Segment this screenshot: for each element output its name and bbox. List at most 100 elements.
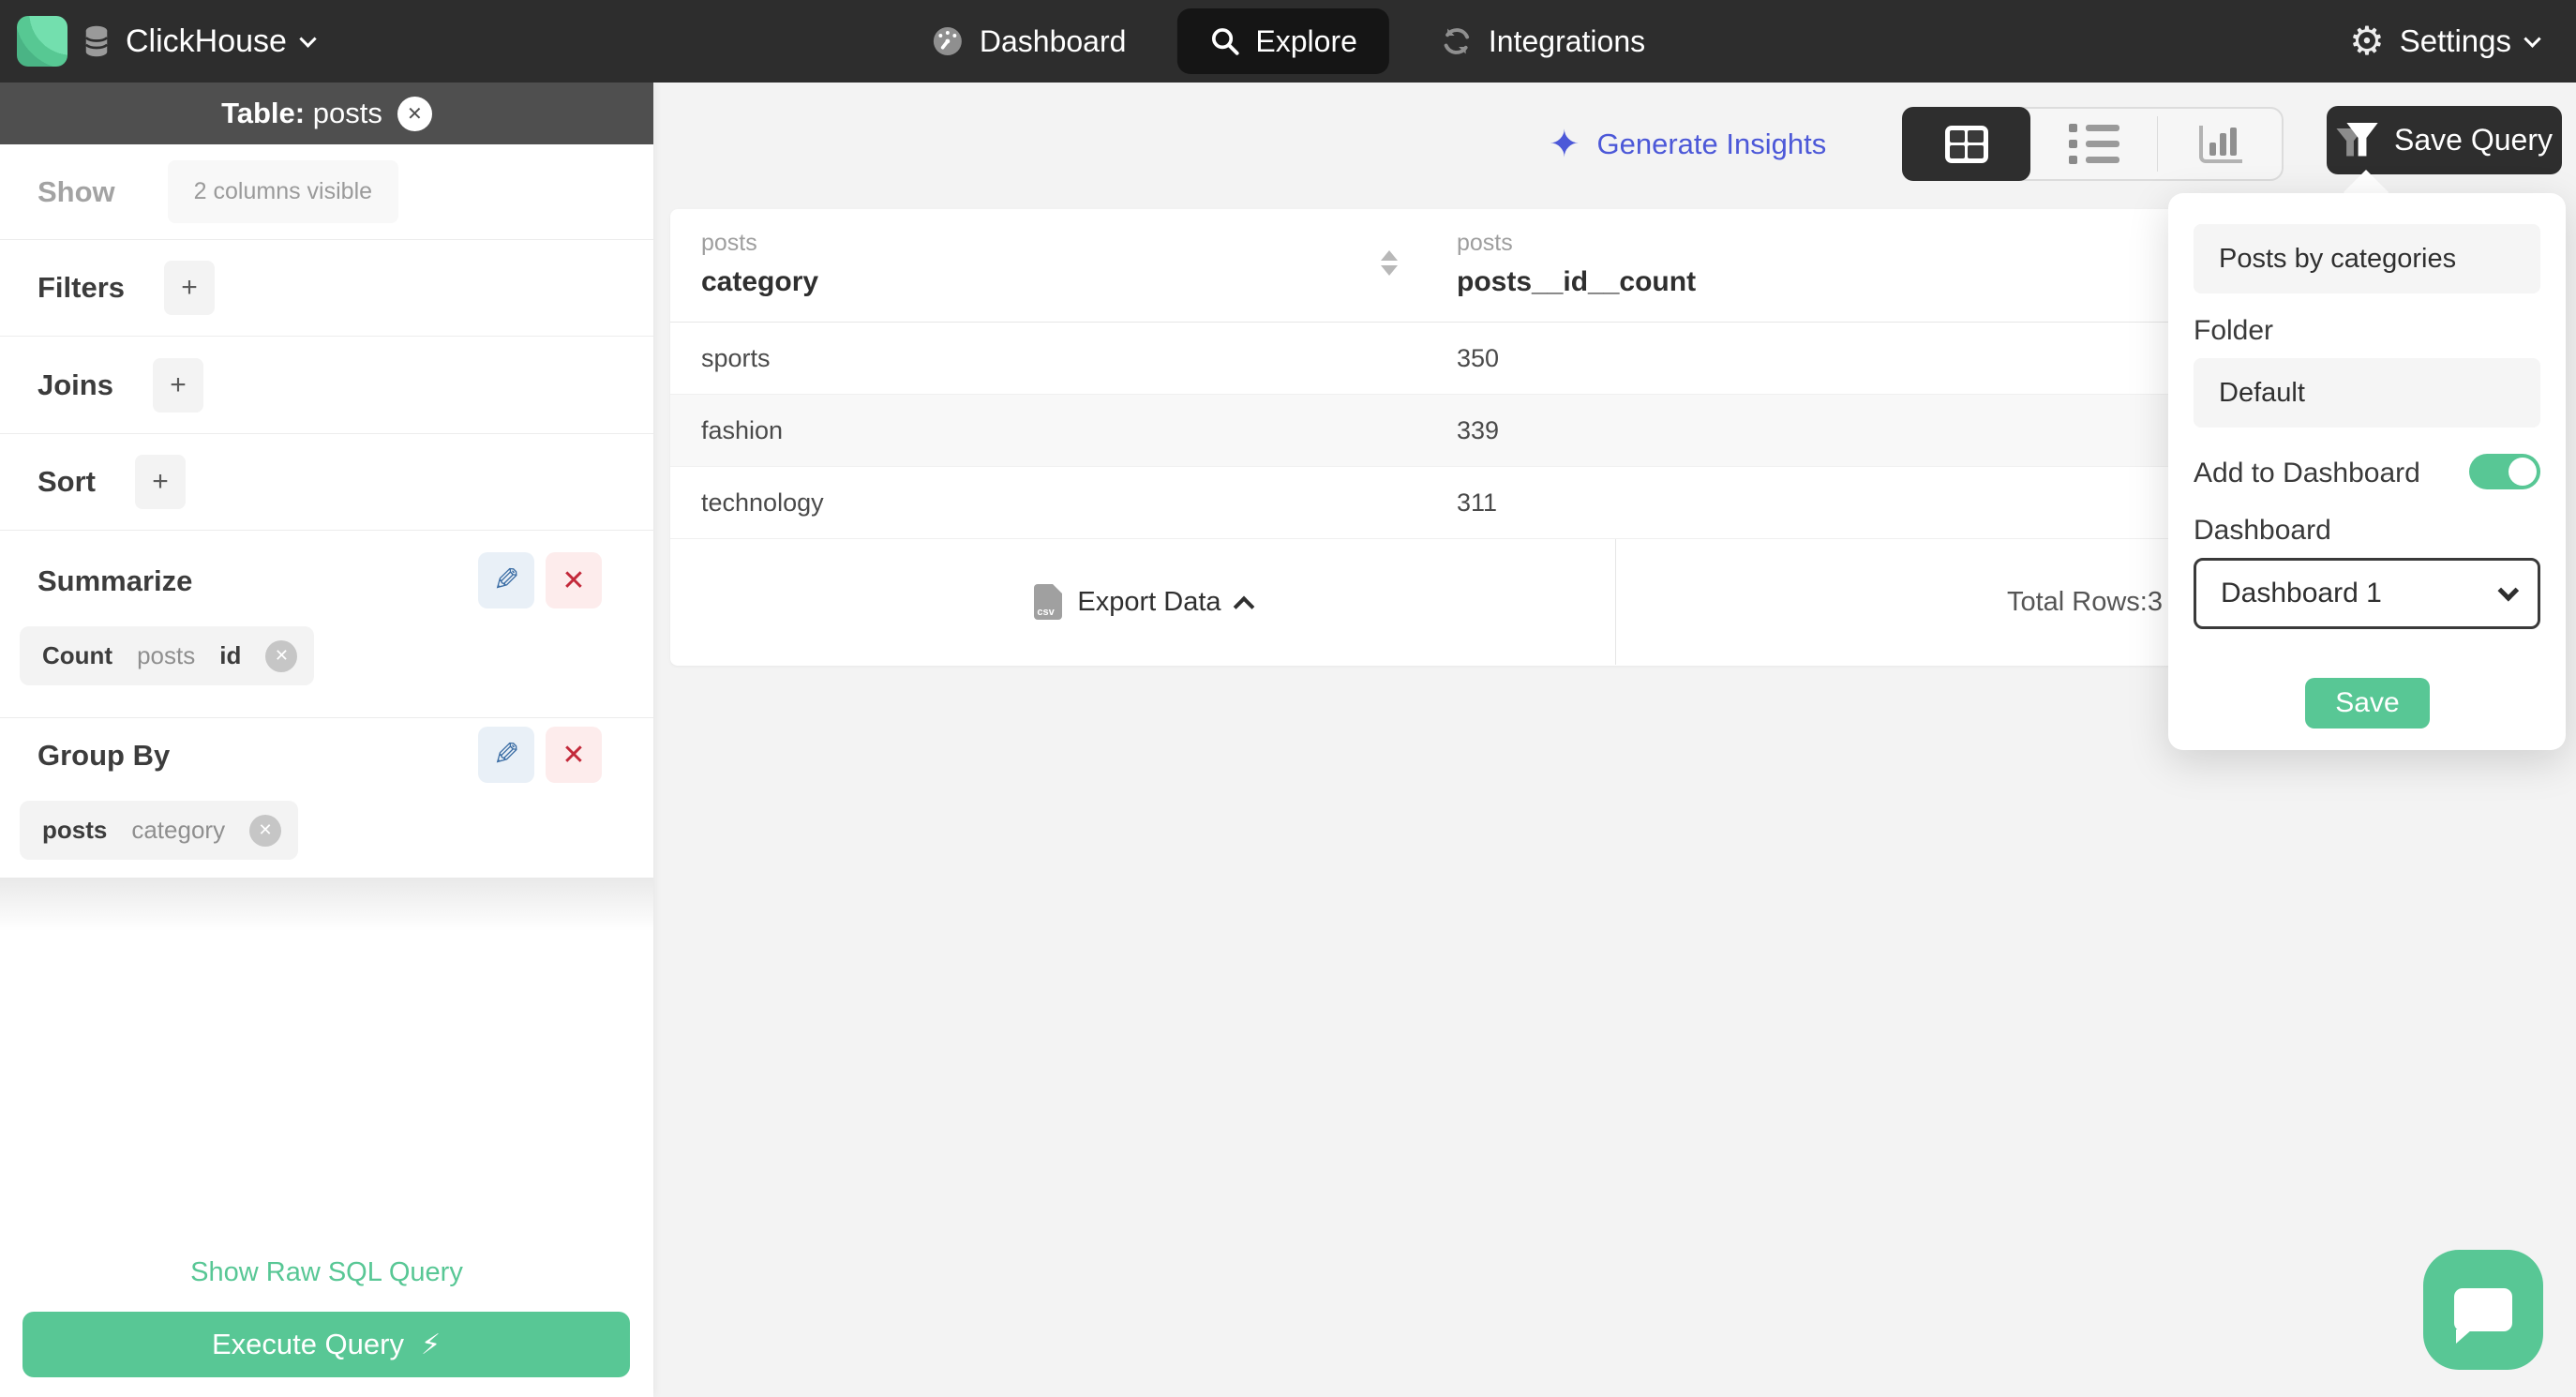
filters-label: Filters [37, 271, 126, 304]
remove-table-button[interactable]: ✕ [397, 96, 432, 131]
save-query-label: Save Query [2394, 123, 2553, 157]
table-header-name: posts [312, 97, 382, 129]
add-sort-button[interactable]: + [135, 455, 186, 509]
settings-label: Settings [2399, 23, 2511, 58]
cell-count: 311 [1457, 488, 1498, 517]
column-header-count: posts posts__id__count [1457, 230, 1696, 298]
chevron-down-icon [2497, 579, 2520, 602]
top-navbar: ClickHouse Dashboard Explore Integration… [0, 0, 2576, 83]
remove-group-by-chip-button[interactable]: ✕ [249, 814, 282, 847]
add-to-dashboard-label: Add to Dashboard [2194, 458, 2420, 488]
execute-query-label: Execute Query [211, 1328, 404, 1360]
generate-insights-link[interactable]: ✦ Generate Insights [1549, 122, 1826, 167]
dashboard-label: Dashboard [2194, 515, 2331, 546]
cell-count: 350 [1457, 343, 1500, 372]
table-header-prefix: Table: [221, 97, 306, 129]
sort-toggle-icon[interactable] [1381, 250, 1398, 276]
sort-section: Sort + [0, 434, 653, 531]
chevron-down-icon [2524, 29, 2541, 48]
cell-category: fashion [701, 415, 784, 444]
add-filter-button[interactable]: + [164, 261, 216, 315]
chevron-down-icon [299, 29, 317, 48]
dashboard-select[interactable]: Dashboard 1 [2194, 558, 2540, 629]
group-by-label: Group By [37, 739, 171, 772]
export-data-button[interactable]: csv Export Data [670, 539, 1615, 665]
joins-label: Joins [37, 368, 113, 401]
chip-table: posts [42, 816, 108, 844]
gear-icon: ⚙ [2349, 19, 2385, 63]
edit-group-by-button[interactable]: ✎ [478, 727, 534, 783]
save-query-button[interactable]: Save Query [2327, 106, 2562, 174]
column-group: posts [1457, 230, 1513, 256]
show-section: Show 2 columns visible [0, 144, 653, 240]
sort-label: Sort [37, 465, 96, 498]
view-list-button[interactable] [2030, 109, 2157, 179]
column-group: posts [701, 230, 757, 256]
export-data-label: Export Data [1077, 586, 1221, 617]
folder-input[interactable] [2194, 358, 2540, 428]
show-raw-sql-link[interactable]: Show Raw SQL Query [0, 1257, 653, 1288]
list-view-icon [2068, 124, 2119, 164]
summarize-chip: Count posts id ✕ [20, 626, 315, 685]
table-row: sports 350 [670, 323, 2184, 395]
delete-summarize-button[interactable]: ✕ [546, 552, 602, 608]
tab-dashboard[interactable]: Dashboard [921, 8, 1136, 74]
pencil-icon: ✎ [492, 737, 520, 773]
table-row: technology 311 [670, 467, 2184, 539]
cell-count: 339 [1457, 415, 1500, 444]
execute-query-button[interactable]: Execute Query ⚡ [22, 1312, 630, 1377]
total-rows-value: 3 [2147, 586, 2163, 617]
chip-column: category [131, 816, 226, 844]
generate-insights-label: Generate Insights [1596, 128, 1827, 160]
chat-widget-button[interactable] [2423, 1250, 2543, 1370]
table-header-row: posts category posts posts__id__count [670, 209, 2184, 323]
view-table-button[interactable] [1902, 107, 2030, 181]
tab-integrations[interactable]: Integrations [1430, 8, 1655, 74]
total-rows: Total Rows: 3 [2007, 539, 2163, 665]
gauge-icon [933, 27, 962, 55]
summarize-section: Summarize ✎ ✕ Count posts id ✕ [0, 531, 653, 718]
save-button[interactable]: Save [2305, 678, 2430, 729]
show-label: Show [37, 174, 115, 208]
add-join-button[interactable]: + [152, 357, 203, 413]
tab-explore[interactable]: Explore [1176, 8, 1389, 74]
chevron-up-icon [1233, 595, 1254, 618]
group-by-section: Group By ✎ ✕ posts category ✕ [0, 718, 653, 878]
lightning-icon: ⚡ [420, 1329, 442, 1360]
database-selector[interactable]: ClickHouse [17, 0, 317, 83]
footer-divider [1615, 539, 1616, 665]
add-to-dashboard-toggle[interactable] [2469, 454, 2540, 489]
summarize-label: Summarize [37, 564, 193, 597]
csv-label: csv [1037, 607, 1055, 618]
dashboard-selected-value: Dashboard 1 [2221, 578, 2382, 608]
pencil-icon: ✎ [492, 563, 520, 598]
remove-summarize-chip-button[interactable]: ✕ [265, 639, 298, 672]
tab-dashboard-label: Dashboard [979, 23, 1127, 58]
cell-category: technology [701, 488, 824, 517]
query-builder-sidebar: Table: posts ✕ Show 2 columns visible Fi… [0, 83, 653, 1397]
folder-label: Folder [2194, 315, 2274, 346]
filters-section: Filters + [0, 240, 653, 337]
chip-aggregation: Count [42, 641, 113, 669]
column-name: category [701, 266, 819, 297]
group-by-chip: posts category ✕ [20, 801, 299, 860]
sparkle-icon: ✦ [1549, 124, 1580, 165]
search-icon [1211, 28, 1239, 55]
column-name: posts__id__count [1457, 266, 1697, 297]
joins-section: Joins + [0, 337, 653, 434]
tab-integrations-label: Integrations [1488, 23, 1646, 58]
view-chart-button[interactable] [2157, 109, 2284, 179]
edit-summarize-button[interactable]: ✎ [478, 552, 534, 608]
filter-funnel-icon [2336, 122, 2379, 159]
app-logo [17, 16, 67, 67]
table-view-icon [1944, 125, 1988, 163]
settings-menu[interactable]: ⚙ Settings [2349, 0, 2541, 83]
columns-visible-button[interactable]: 2 columns visible [167, 160, 399, 223]
speech-bubble-icon [2454, 1288, 2512, 1344]
sync-icon [1444, 28, 1470, 54]
delete-group-by-button[interactable]: ✕ [546, 727, 602, 783]
column-header-category: posts category [701, 230, 818, 298]
query-name-input[interactable] [2194, 224, 2540, 293]
cell-category: sports [701, 343, 771, 372]
save-query-popover: Folder Add to Dashboard Dashboard Dashbo… [2168, 193, 2566, 750]
